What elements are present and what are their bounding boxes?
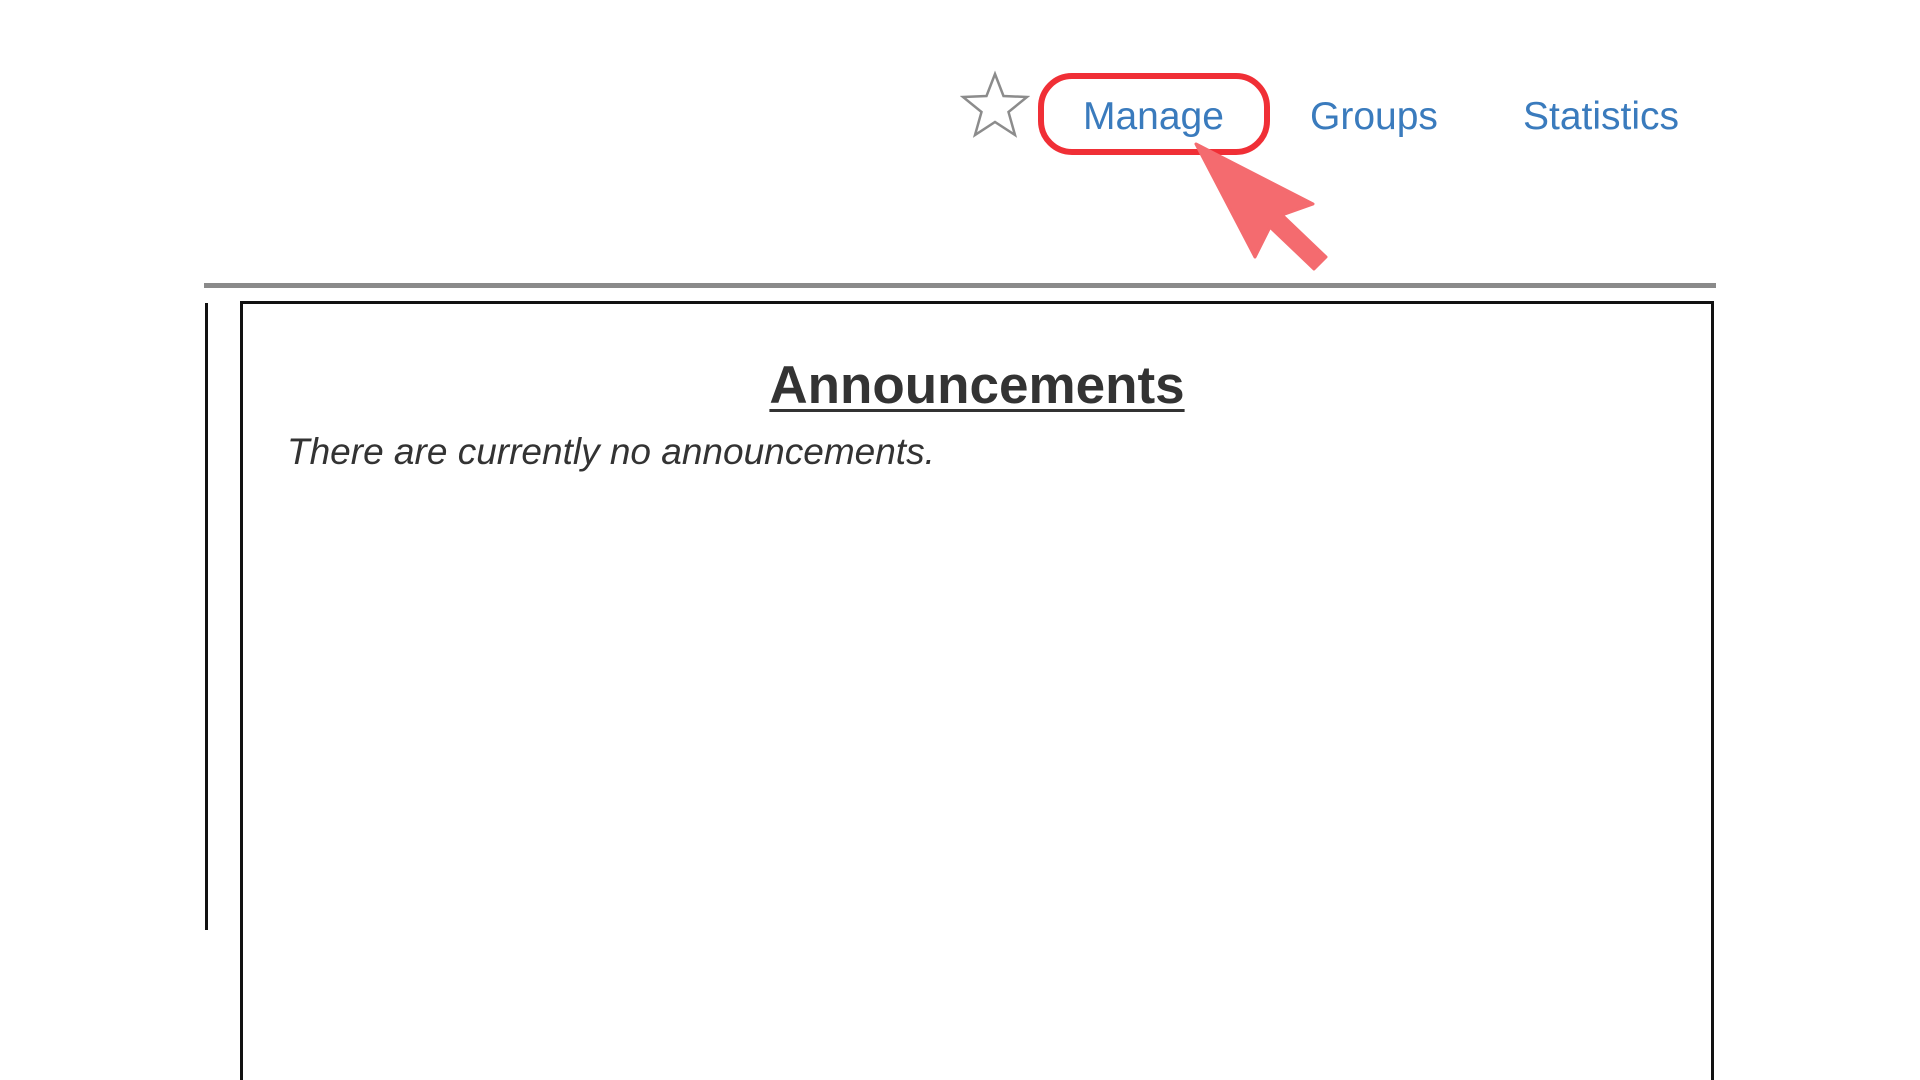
nav-link-groups[interactable]: Groups: [1310, 93, 1438, 141]
left-border-rule: [205, 303, 208, 930]
announcements-panel: Announcements There are currently no ann…: [240, 301, 1714, 1080]
announcements-empty-message: There are currently no announcements.: [287, 431, 935, 472]
star-outline-icon[interactable]: [960, 70, 1030, 140]
page: Manage Groups Statistics Announcements T…: [0, 0, 1920, 1080]
header-divider: [204, 283, 1716, 288]
nav-link-manage[interactable]: Manage: [1083, 93, 1224, 141]
announcements-title: Announcements: [769, 356, 1185, 415]
pointer-arrow-icon: [1194, 142, 1328, 271]
nav-link-statistics[interactable]: Statistics: [1523, 93, 1679, 141]
